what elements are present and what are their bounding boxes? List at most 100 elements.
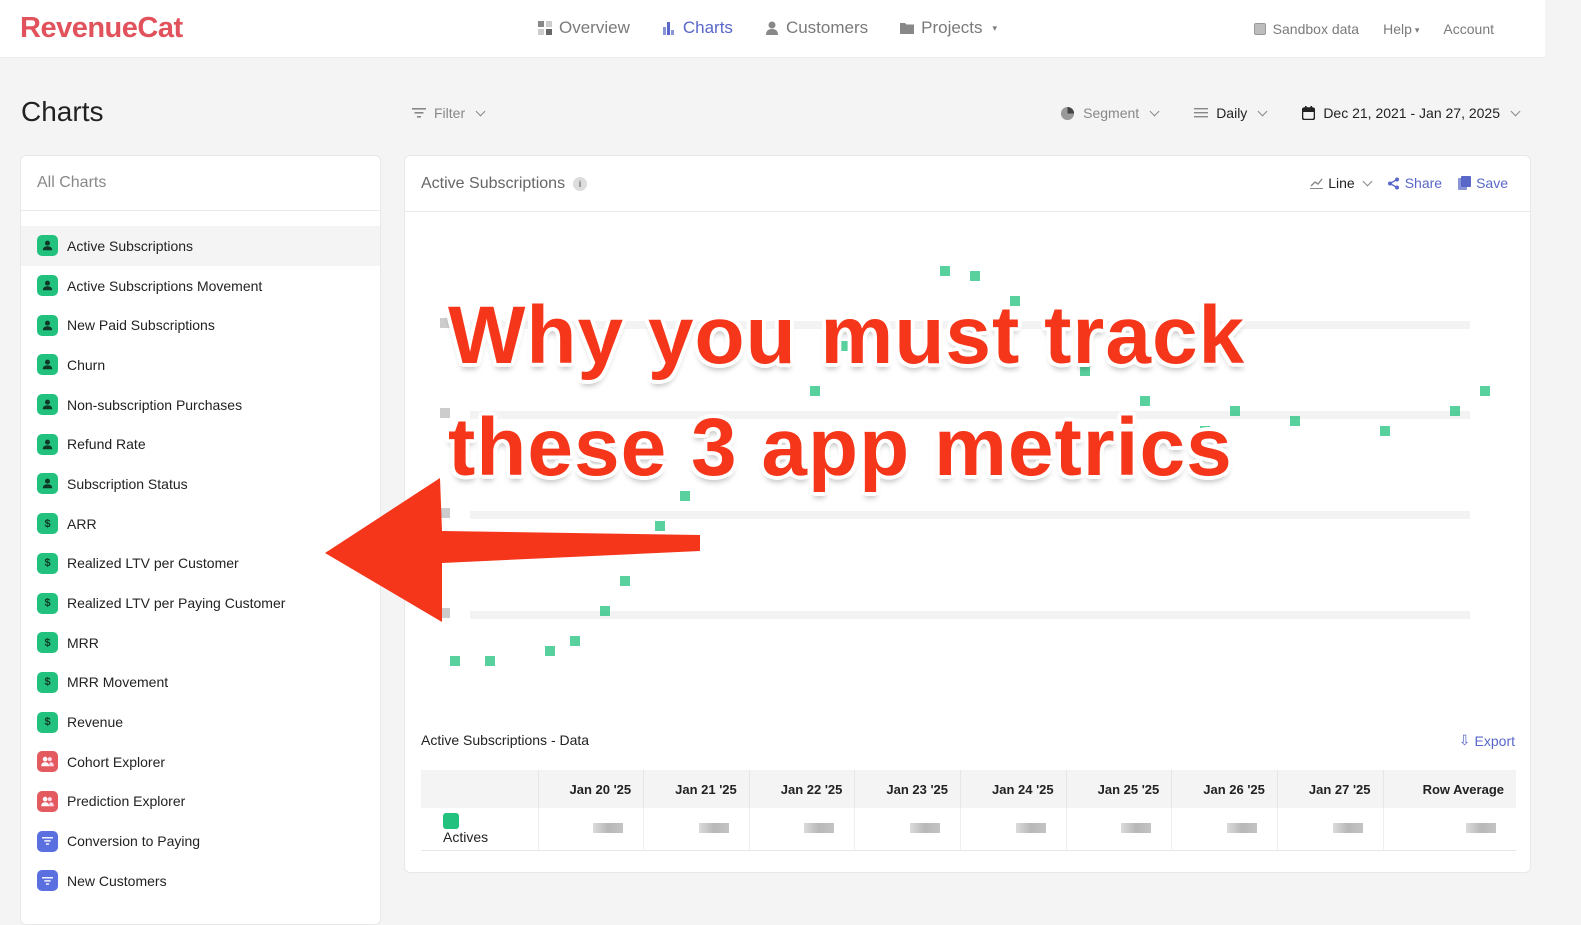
- sidebar-item-refund-rate[interactable]: Refund Rate: [21, 424, 380, 464]
- sidebar-item-label: Realized LTV per Paying Customer: [67, 595, 286, 612]
- grid-icon: [538, 21, 552, 35]
- sidebar-item-conversion-to-paying[interactable]: Conversion to Paying: [21, 821, 380, 861]
- calendar-icon: [1302, 106, 1316, 120]
- redacted-value: [804, 823, 835, 834]
- main-nav: Overview Charts Customers Projects ▾: [538, 18, 997, 38]
- sidebar-item-new-customers[interactable]: New Customers: [21, 861, 380, 901]
- sidebar-item-non-subscription-purchases[interactable]: Non-subscription Purchases: [21, 385, 380, 425]
- chart-type-dropdown[interactable]: Line: [1310, 175, 1373, 191]
- segment-label: Segment: [1083, 105, 1140, 121]
- dollar-icon: $: [37, 711, 58, 733]
- redacted-value-cell: [1276, 808, 1383, 851]
- caret-down-icon: ▾: [992, 22, 998, 33]
- pie-chart-icon: [1061, 106, 1075, 120]
- info-icon[interactable]: i: [573, 177, 588, 191]
- save-button[interactable]: Save: [1458, 175, 1508, 191]
- chart-actions: Line Share Save: [1310, 175, 1508, 191]
- share-button[interactable]: Share: [1387, 175, 1442, 191]
- sandbox-toggle[interactable]: Sandbox data: [1253, 21, 1359, 37]
- nav-charts[interactable]: Charts: [662, 18, 733, 38]
- sidebar-item-label: Active Subscriptions: [67, 237, 194, 254]
- segment-dropdown[interactable]: Segment: [1060, 105, 1160, 121]
- sidebar-item-label: ARR: [67, 515, 97, 532]
- sidebar-header: All Charts: [21, 156, 380, 211]
- sidebar-item-active-subscriptions-movement[interactable]: Active Subscriptions Movement: [21, 266, 380, 306]
- table-header-row: Jan 20 '25 Jan 21 '25 Jan 22 '25 Jan 23 '25…: [421, 770, 1516, 808]
- sidebar-item-label: Cohort Explorer: [67, 753, 166, 770]
- row-label: Actives: [443, 829, 489, 846]
- redacted-value: [1466, 823, 1496, 834]
- arrow-left-icon: [325, 478, 700, 622]
- date-range-picker[interactable]: Dec 21, 2021 - Jan 27, 2025: [1302, 105, 1521, 121]
- account-link[interactable]: Account: [1443, 21, 1494, 37]
- sidebar-item-prediction-explorer[interactable]: Prediction Explorer: [21, 782, 380, 822]
- copy-icon: [1458, 176, 1472, 190]
- share-label: Share: [1404, 175, 1443, 191]
- nav-overview[interactable]: Overview: [538, 18, 630, 38]
- chart-type-label: Line: [1328, 175, 1355, 191]
- row-label-cell: Actives: [421, 808, 538, 851]
- redacted-value: [1121, 823, 1152, 834]
- nav-projects[interactable]: Projects ▾: [900, 18, 997, 38]
- redacted-value-cell: [960, 808, 1067, 851]
- data-point: [485, 656, 495, 666]
- download-icon: ⇩: [1458, 732, 1471, 748]
- column-header: Jan 21 '25: [643, 770, 750, 808]
- funnel-icon: [37, 830, 58, 852]
- redacted-value-cell: [1171, 808, 1278, 851]
- sidebar-item-active-subscriptions[interactable]: Active Subscriptions: [21, 226, 380, 266]
- chevron-down-icon: [1510, 106, 1521, 116]
- list-icon: [1194, 108, 1209, 118]
- sidebar-item-mrr[interactable]: $ MRR: [21, 623, 380, 663]
- user-icon: [37, 354, 58, 376]
- chart-title: Active Subscriptions i: [421, 175, 588, 193]
- column-header: Jan 26 '25: [1171, 770, 1278, 808]
- nav-customers[interactable]: Customers: [765, 18, 868, 38]
- nav-projects-label: Projects: [921, 18, 983, 37]
- sidebar-item-churn[interactable]: Churn: [21, 345, 380, 385]
- sidebar-item-label: New Paid Subscriptions: [67, 317, 215, 334]
- funnel-icon: [37, 870, 58, 892]
- sidebar-item-label: Active Subscriptions Movement: [67, 277, 263, 294]
- user-icon: [37, 473, 58, 495]
- filter-button[interactable]: Filter: [412, 105, 486, 121]
- sandbox-checkbox[interactable]: [1253, 23, 1266, 35]
- column-header: Jan 24 '25: [960, 770, 1067, 808]
- resolution-label: Daily: [1216, 105, 1248, 121]
- chart-toolbar: Segment Daily Dec 21, 2021 - Jan 27, 202…: [1060, 105, 1521, 121]
- data-table: Jan 20 '25 Jan 21 '25 Jan 22 '25 Jan 23 '25…: [421, 770, 1516, 851]
- dollar-icon: $: [37, 513, 58, 535]
- column-header: Jan 25 '25: [1065, 770, 1172, 808]
- users-icon: [37, 790, 58, 812]
- redacted-value: [1226, 823, 1257, 834]
- redacted-value: [1332, 823, 1363, 834]
- help-menu[interactable]: Help ▾: [1383, 21, 1419, 37]
- promo-headline: Why you must track these 3 app metrics: [448, 280, 1245, 504]
- chart-title-text: Active Subscriptions: [421, 175, 566, 192]
- dollar-icon: $: [37, 552, 58, 574]
- export-button[interactable]: ⇩ Export: [1459, 732, 1515, 749]
- users-icon: [37, 751, 58, 773]
- sidebar-item-label: MRR Movement: [67, 674, 169, 691]
- sidebar-item-revenue[interactable]: $ Revenue: [21, 702, 380, 742]
- table-row: Actives: [421, 808, 1516, 851]
- sidebar-item-label: Non-subscription Purchases: [67, 396, 243, 413]
- headline-line-1: Why you must track: [448, 290, 1246, 381]
- redacted-value-cell: [1382, 808, 1516, 851]
- caret-down-icon: ▾: [1414, 24, 1420, 35]
- sidebar-item-new-paid-subscriptions[interactable]: New Paid Subscriptions: [21, 305, 380, 345]
- revenuecat-logo[interactable]: RevenueCat: [20, 12, 183, 45]
- filter-label: Filter: [434, 105, 466, 121]
- redacted-value: [593, 823, 624, 834]
- redacted-value-cell: [748, 808, 855, 851]
- redacted-value-cell: [1065, 808, 1172, 851]
- user-icon: [765, 21, 778, 35]
- resolution-dropdown[interactable]: Daily: [1194, 105, 1268, 121]
- sidebar-item-label: MRR: [67, 634, 99, 651]
- sidebar-item-mrr-movement[interactable]: $ MRR Movement: [21, 663, 380, 703]
- top-right-menu: Sandbox data Help ▾ Account: [1253, 21, 1494, 37]
- data-point: [1290, 416, 1300, 426]
- column-header: Jan 22 '25: [748, 770, 855, 808]
- sidebar-item-cohort-explorer[interactable]: Cohort Explorer: [21, 742, 380, 782]
- user-icon: [37, 275, 58, 297]
